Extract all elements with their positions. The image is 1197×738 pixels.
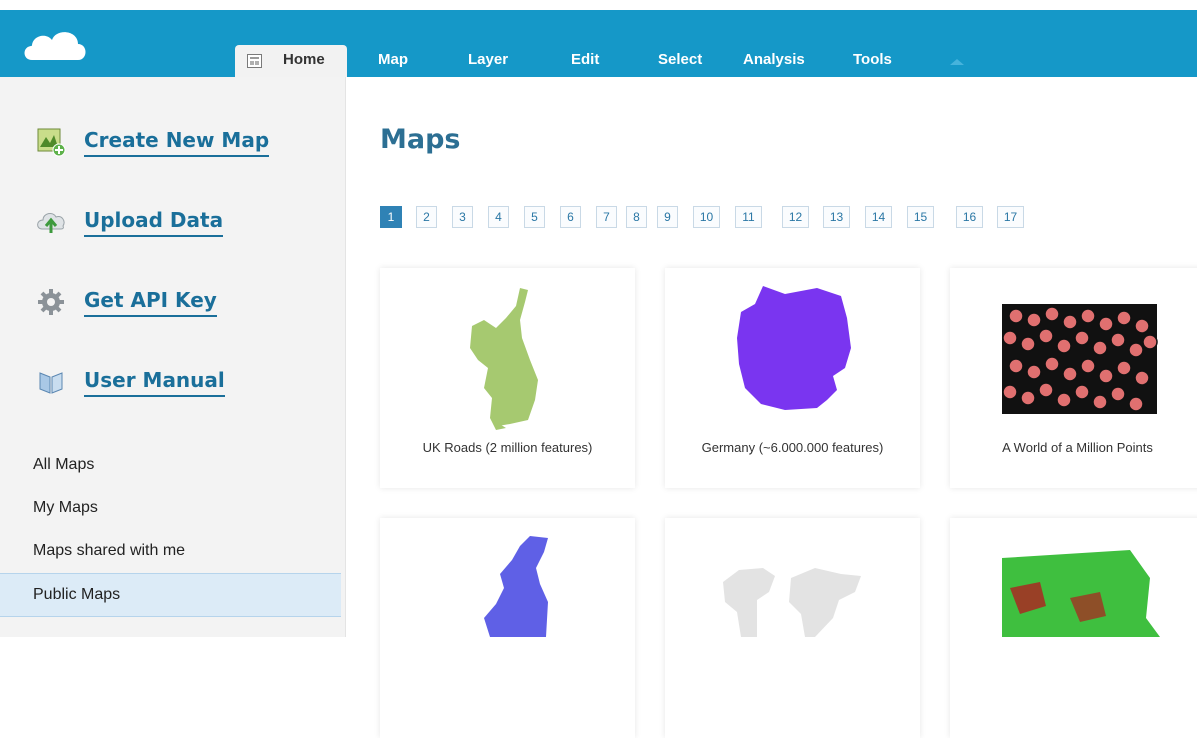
map-card-uk-points[interactable] [380,518,635,738]
page-4-button[interactable]: 4 [488,206,509,228]
page-15-button[interactable]: 15 [907,206,934,228]
page-14-button[interactable]: 14 [865,206,892,228]
page-8-button[interactable]: 8 [626,206,647,228]
upload-data-button[interactable]: Upload Data [0,199,345,239]
cloud-upload-icon [37,212,65,233]
page-11-button[interactable]: 11 [735,206,762,228]
sidebar-item-all-maps[interactable]: All Maps [0,444,341,486]
page-5-button[interactable]: 5 [524,206,545,228]
map-card-world[interactable] [665,518,920,738]
menu-caret-icon [950,59,964,65]
sidebar: Create New Map Upload Data Get API Key U… [0,77,346,637]
map-thumbnail [484,536,548,637]
sidebar-item-shared-maps[interactable]: Maps shared with me [0,530,341,572]
home-tab-icon [247,54,262,68]
sidebar-item-label: All Maps [33,456,95,473]
logo-text: GIS [28,42,53,59]
page-17-button[interactable]: 17 [997,206,1024,228]
user-manual-button[interactable]: User Manual [0,359,345,399]
page-2-button[interactable]: 2 [416,206,437,228]
top-strip [0,0,1197,10]
map-thumbnail [470,288,538,430]
map-thumbnail [723,568,861,637]
page-3-button[interactable]: 3 [452,206,473,228]
sidebar-item-label: Maps shared with me [33,542,186,559]
menu-select[interactable]: Select [658,51,702,68]
sidebar-item-my-maps[interactable]: My Maps [0,487,341,529]
map-thumbnail [737,286,851,410]
map-thumbnail [1002,304,1158,414]
page-1-button[interactable]: 1 [380,206,402,228]
get-api-key-button[interactable]: Get API Key [0,279,345,319]
menu-layer[interactable]: Layer [468,51,508,68]
map-card-caption: A World of a Million Points [1002,440,1153,455]
tab-home[interactable]: Home [235,45,347,77]
map-card-germany[interactable]: Germany (~6.000.000 features) [665,268,920,488]
create-new-map-button[interactable]: Create New Map [0,119,345,159]
app-logo[interactable]: GIS [20,22,90,68]
map-card-million-points[interactable]: A World of a Million Points [950,268,1197,488]
page-title: Maps [380,124,461,155]
upload-data-label: Upload Data [84,208,224,237]
page-16-button[interactable]: 16 [956,206,983,228]
page-9-button[interactable]: 9 [657,206,678,228]
get-api-key-label: Get API Key [84,288,217,317]
book-icon [39,372,63,394]
page-12-button[interactable]: 12 [782,206,809,228]
menu-map[interactable]: Map [378,51,408,68]
map-thumbnail [1002,550,1160,637]
map-card-caption: UK Roads (2 million features) [422,440,593,455]
tab-home-label: Home [283,51,325,68]
new-map-icon [37,128,66,157]
menu-tools[interactable]: Tools [853,51,892,68]
map-card-grid[interactable] [950,518,1197,738]
page-10-button[interactable]: 10 [693,206,720,228]
page-7-button[interactable]: 7 [596,206,617,228]
sidebar-item-label: My Maps [33,499,98,516]
gear-icon [38,289,64,315]
create-new-map-label: Create New Map [84,128,270,157]
sidebar-item-public-maps[interactable]: Public Maps [0,573,341,617]
page-13-button[interactable]: 13 [823,206,850,228]
menu-edit[interactable]: Edit [571,51,599,68]
menu-analysis[interactable]: Analysis [743,51,805,68]
map-card-caption: Germany (~6.000.000 features) [701,440,884,455]
map-card-uk-roads[interactable]: UK Roads (2 million features) [380,268,635,488]
page-6-button[interactable]: 6 [560,206,581,228]
sidebar-item-label: Public Maps [33,586,121,603]
user-manual-label: User Manual [84,368,225,397]
